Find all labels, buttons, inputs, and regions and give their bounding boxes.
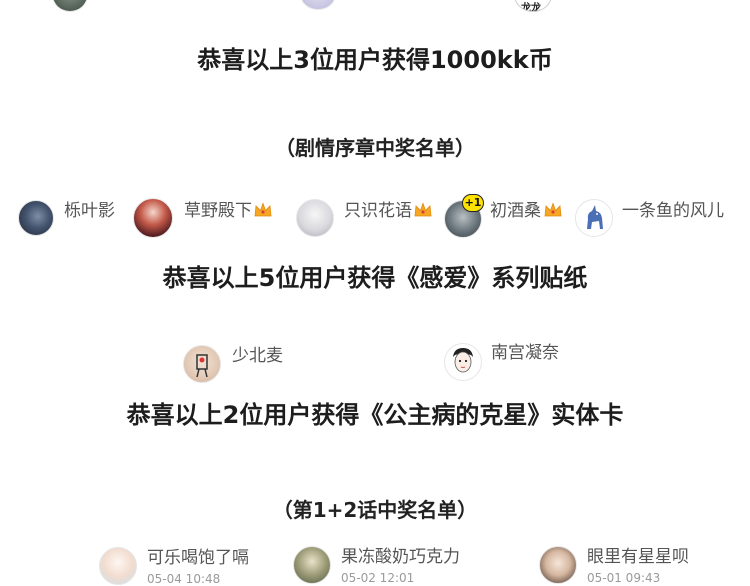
username[interactable]: 草野殿下 xyxy=(184,201,252,221)
headline-1: 恭喜以上3位用户获得1000kk币 xyxy=(197,46,553,74)
avatar-row2-2[interactable] xyxy=(444,343,482,381)
headline-3: 恭喜以上2位用户获得《公主病的克星》实体卡 xyxy=(126,401,624,429)
timestamp: 05-01 09:43 xyxy=(587,571,661,585)
crown-icon xyxy=(414,202,432,217)
avatar-row3-3[interactable] xyxy=(539,546,577,584)
headline-2: 恭喜以上5位用户获得《感爱》系列贴纸 xyxy=(162,264,588,292)
avatar-row1-5[interactable] xyxy=(575,199,613,237)
avatar-row3-1[interactable] xyxy=(99,547,137,585)
unicorn-icon xyxy=(587,205,603,229)
avatar-top-1[interactable] xyxy=(52,0,88,12)
username[interactable]: 一条鱼的风儿 xyxy=(622,201,724,221)
avatar-row1-1[interactable] xyxy=(18,200,54,236)
timestamp: 05-02 12:01 xyxy=(341,571,415,585)
username[interactable]: 少北麦 xyxy=(232,346,283,366)
username[interactable]: 只识花语 xyxy=(344,201,412,221)
crown-icon xyxy=(544,202,562,217)
avatar-drawing-icon xyxy=(196,354,208,378)
crown-icon xyxy=(254,202,272,217)
username[interactable]: 南宫凝奈 xyxy=(491,343,559,363)
username[interactable]: 可乐喝饱了嗝 xyxy=(147,548,249,568)
avatar-top-3[interactable]: 龙龙 xyxy=(514,0,552,12)
username[interactable]: 初酒桑 xyxy=(490,201,541,221)
section-title-2: （第1+2话中奖名单） xyxy=(272,498,478,522)
avatar-row2-1[interactable] xyxy=(183,345,221,383)
username[interactable]: 栎叶影 xyxy=(64,201,115,221)
top-partial-name: 龙龙 xyxy=(521,3,541,12)
section-title-1: （剧情序章中奖名单） xyxy=(275,136,475,160)
avatar-row1-3[interactable] xyxy=(296,199,334,237)
username[interactable]: 果冻酸奶巧克力 xyxy=(341,547,460,567)
username[interactable]: 眼里有星星呗 xyxy=(587,547,689,567)
timestamp: 05-04 10:48 xyxy=(147,572,221,586)
avatar-top-2[interactable] xyxy=(300,0,336,10)
avatar-portrait-icon xyxy=(453,348,473,373)
plus-one-badge: +1 xyxy=(462,194,484,212)
avatar-row1-2[interactable] xyxy=(133,198,173,238)
avatar-row3-2[interactable] xyxy=(293,546,331,584)
